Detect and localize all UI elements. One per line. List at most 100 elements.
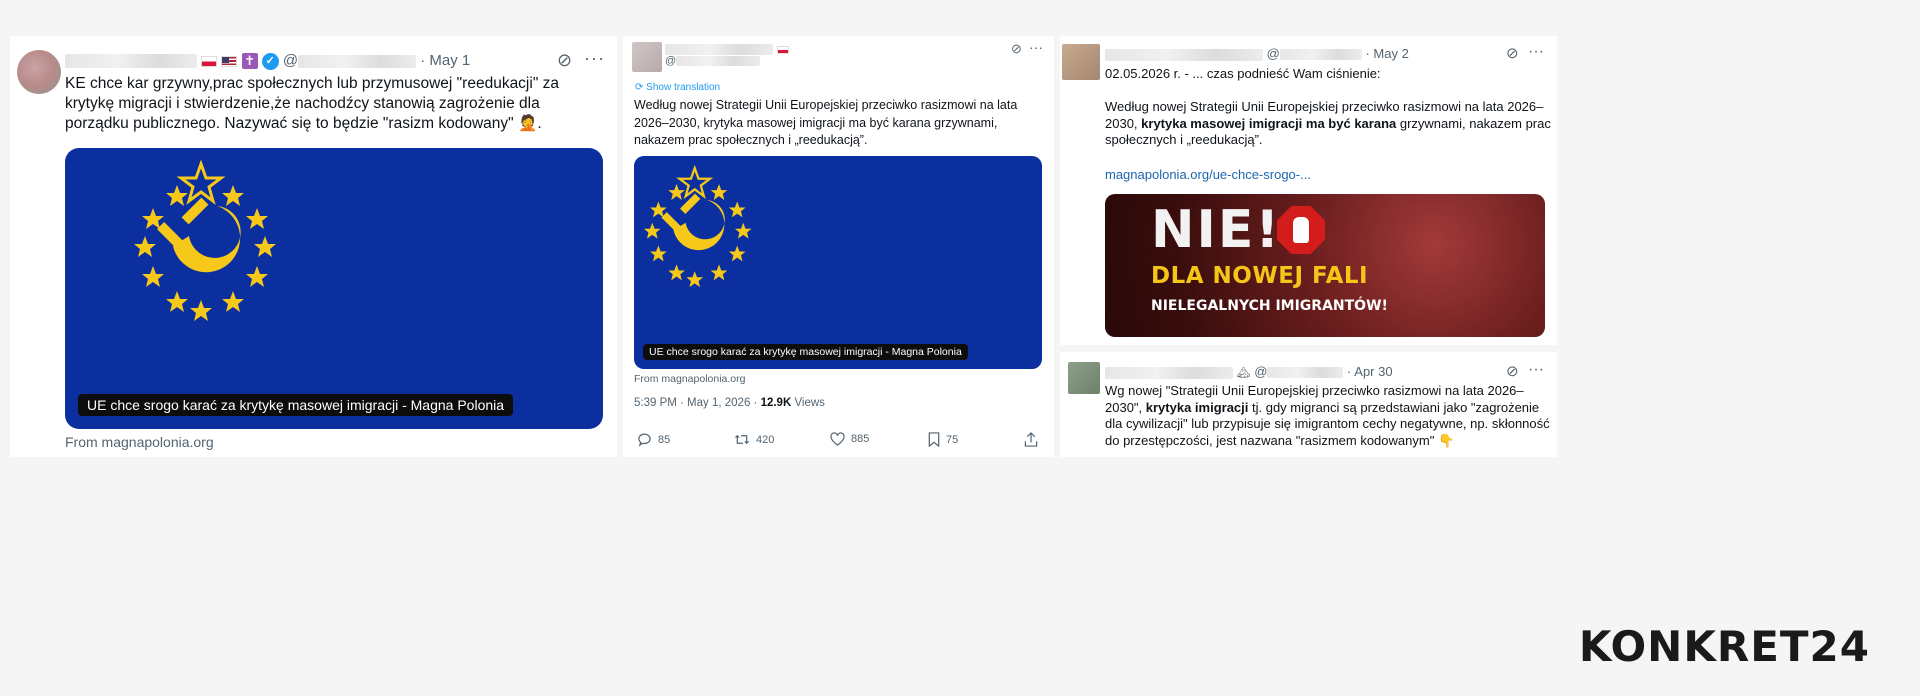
verified-badge-icon: ✓	[261, 52, 279, 70]
show-translation-link[interactable]: ⟳ Show translation	[635, 82, 720, 93]
avatar[interactable]	[1062, 44, 1100, 80]
konkret24-logo: KONKRET24	[1578, 622, 1870, 671]
bookmark-button[interactable]: 75	[928, 432, 958, 447]
cross-icon: ✝	[241, 53, 258, 70]
banner-line3: NIELEGALNYCH IMIGRANTÓW!	[1151, 298, 1388, 314]
star-icon	[710, 264, 728, 281]
eu-hammer-sickle-flag	[134, 159, 276, 321]
pointing-down-emoji: 👇	[1437, 432, 1455, 448]
more-options-icon[interactable]: ···	[584, 49, 605, 67]
link-card-image[interactable]: UE chce srogo karać za krytykę masowej i…	[65, 148, 603, 429]
grok-icon[interactable]: ⊘	[1506, 364, 1519, 380]
author-name-redacted[interactable]	[1105, 366, 1233, 379]
author-handle[interactable]: @	[1267, 46, 1280, 61]
eu-hammer-sickle-flag	[643, 164, 752, 288]
facepalm-emoji: 🤦	[518, 114, 538, 132]
repost-icon	[735, 434, 749, 445]
star-icon	[134, 236, 156, 257]
tweet-text-line1: 02.05.2026 r. - ... czas podnieść Wam ci…	[1105, 66, 1381, 81]
more-options-icon[interactable]: ···	[1029, 39, 1043, 55]
bookmark-icon	[928, 432, 940, 447]
grok-icon[interactable]: ⊘	[1011, 41, 1022, 57]
hammer-and-sickle-icon	[157, 197, 241, 273]
link-card-caption: UE chce srogo karać za krytykę masowej i…	[78, 394, 514, 416]
author-handle[interactable]: @	[283, 52, 298, 69]
tweet-header: @ · May 2	[1105, 46, 1409, 61]
like-button[interactable]: 885	[830, 432, 869, 446]
tweet-card-4[interactable]: 🏔 @ · Apr 30 ⊘ ··· Wg nowej "Strategii U…	[1060, 352, 1557, 457]
star-icon	[190, 300, 212, 321]
link-card-image[interactable]: UE chce srogo karać za krytykę masowej i…	[634, 156, 1042, 369]
link-source[interactable]: From magnapolonia.org	[65, 434, 214, 450]
article-link[interactable]: magnapolonia.org/ue-chce-srogo-...	[1105, 167, 1311, 184]
star-icon	[222, 185, 244, 206]
link-card-caption: UE chce srogo karać za krytykę masowej i…	[643, 344, 968, 360]
avatar[interactable]	[17, 50, 61, 94]
tweet-text: Wg nowej "Strategii Unii Europejskiej pr…	[1105, 383, 1550, 448]
share-button[interactable]	[1024, 432, 1038, 447]
tweet-card-3[interactable]: @ · May 2 ⊘ ··· 02.05.2026 r. - ... czas…	[1060, 36, 1557, 345]
handle-redacted	[298, 54, 417, 68]
star-icon	[668, 184, 685, 200]
author-name-redacted[interactable]	[1105, 48, 1263, 61]
repost-button[interactable]: 420	[734, 432, 774, 447]
star-icon	[686, 271, 704, 288]
handle-redacted	[676, 56, 761, 67]
star-icon	[710, 184, 728, 200]
star-icon	[166, 291, 188, 312]
star-icon	[650, 245, 667, 262]
like-count: 885	[851, 433, 870, 445]
reply-icon	[638, 433, 651, 447]
tweet-card-2[interactable]: @ ⊘ ··· ⟳ Show translation Według nowej …	[623, 36, 1054, 457]
stop-hand-icon	[1277, 206, 1325, 254]
tweet-card-1[interactable]: ✝ ✓ @ · May 1 ⊘ ··· KE chce kar grzywny,…	[10, 36, 617, 457]
poland-flag-icon	[777, 45, 790, 54]
tweet-date[interactable]: · Apr 30	[1347, 364, 1393, 379]
mountain-icon: 🏔	[1236, 367, 1251, 379]
repost-count: 420	[756, 433, 775, 446]
usa-flag-icon	[221, 55, 238, 67]
star-icon	[254, 236, 276, 257]
tweet-header: 🏔 @ · Apr 30	[1105, 364, 1393, 379]
poland-flag-icon	[201, 55, 218, 67]
star-icon	[176, 159, 226, 205]
handle-redacted	[1279, 49, 1362, 61]
banner-image[interactable]: NIE! DLA NOWEJ FALI NIELEGALNYCH IMIGRAN…	[1105, 194, 1545, 337]
reply-button[interactable]: 85	[637, 432, 670, 447]
more-options-icon[interactable]: ···	[1528, 44, 1544, 60]
grok-icon[interactable]: ⊘	[557, 51, 572, 69]
tweet-date[interactable]: · May 1	[420, 52, 470, 69]
bookmark-count: 75	[946, 433, 959, 446]
author-name-redacted[interactable]	[65, 54, 197, 69]
views-count: 12.9K	[760, 397, 792, 409]
tweet-text: Według nowej Strategii Unii Europejskiej…	[1105, 99, 1551, 148]
star-icon	[676, 164, 714, 200]
author-handle[interactable]: @	[665, 55, 676, 67]
star-icon	[142, 266, 164, 287]
grok-icon[interactable]: ⊘	[1506, 46, 1519, 62]
more-options-icon[interactable]: ···	[1528, 362, 1544, 378]
tweet-timestamp[interactable]: 5:39 PM · May 1, 2026 · 12.9K Views	[634, 397, 825, 409]
avatar[interactable]	[1068, 362, 1100, 394]
star-icon	[643, 222, 661, 239]
tweet-header: ✝ ✓ @ · May 1	[65, 52, 470, 70]
translate-icon: ⟳	[635, 82, 644, 93]
share-icon	[1024, 432, 1038, 447]
banner-line2: DLA NOWEJ FALI	[1151, 263, 1369, 289]
star-icon	[728, 245, 746, 262]
author-name-redacted[interactable]	[665, 44, 773, 56]
link-source[interactable]: From magnapolonia.org	[634, 373, 745, 385]
star-icon	[222, 291, 244, 312]
star-icon	[668, 264, 685, 281]
banner-headline: NIE!	[1151, 200, 1282, 260]
tweet-text: KE chce kar grzywny,prac społecznych lub…	[65, 75, 560, 132]
star-icon	[246, 208, 268, 229]
tweet-date[interactable]: · May 2	[1365, 46, 1408, 61]
star-icon	[166, 185, 188, 206]
star-icon	[246, 266, 268, 287]
handle-redacted	[1267, 367, 1344, 379]
tweet-text: Według nowej Strategii Unii Europejskiej…	[634, 98, 1018, 147]
avatar[interactable]	[632, 42, 662, 72]
author-handle[interactable]: @	[1254, 364, 1267, 379]
hammer-and-sickle-icon	[661, 193, 725, 251]
